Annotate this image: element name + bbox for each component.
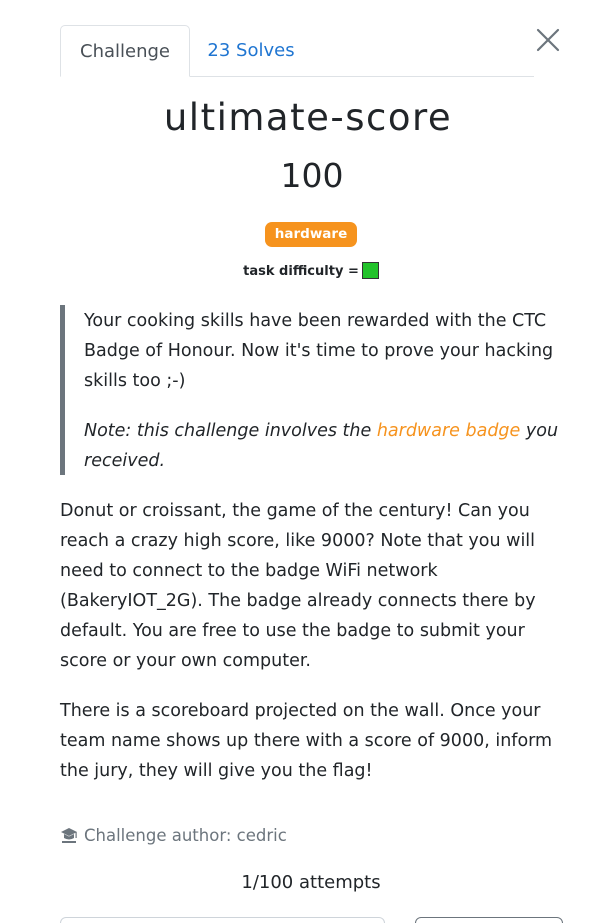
attempts-count: 1/100 attempts: [241, 872, 381, 893]
challenge-title: ultimate-score: [163, 96, 453, 139]
graduation-cap-icon: [60, 827, 78, 851]
flag-input[interactable]: [60, 917, 385, 923]
description-paragraph-1: Donut or croissant, the game of the cent…: [60, 501, 536, 671]
challenge-points: 100: [280, 156, 344, 195]
difficulty-indicator: [361, 262, 379, 279]
challenge-description: Donut or croissant, the game of the cent…: [60, 496, 555, 806]
challenge-tabs: Challenge 23 Solves: [60, 25, 534, 77]
description-paragraph-2: There is a scoreboard projected on the w…: [60, 701, 553, 781]
close-icon: [536, 28, 560, 52]
quote-text: Your cooking skills have been rewarded w…: [84, 311, 554, 391]
difficulty-label: task difficulty =: [243, 264, 359, 279]
task-difficulty: task difficulty =: [0, 262, 616, 282]
note-prefix: Note: this challenge involves the: [84, 421, 377, 441]
submit-button[interactable]: [415, 917, 563, 923]
category-tag: hardware: [264, 222, 358, 247]
author-text: Challenge author: cedric: [84, 826, 287, 845]
tag-container: hardware: [0, 222, 616, 247]
hardware-badge-link[interactable]: hardware badge: [377, 421, 521, 441]
challenge-modal: Challenge 23 Solves ultimate-score 100 h…: [0, 0, 616, 923]
challenge-blockquote: Your cooking skills have been rewarded w…: [60, 305, 560, 475]
quote-note: Note: this challenge involves the hardwa…: [84, 416, 560, 476]
close-button[interactable]: [534, 26, 562, 54]
tab-solves[interactable]: 23 Solves: [191, 25, 311, 76]
tab-challenge[interactable]: Challenge: [60, 25, 190, 77]
challenge-author: Challenge author: cedric: [60, 824, 287, 851]
